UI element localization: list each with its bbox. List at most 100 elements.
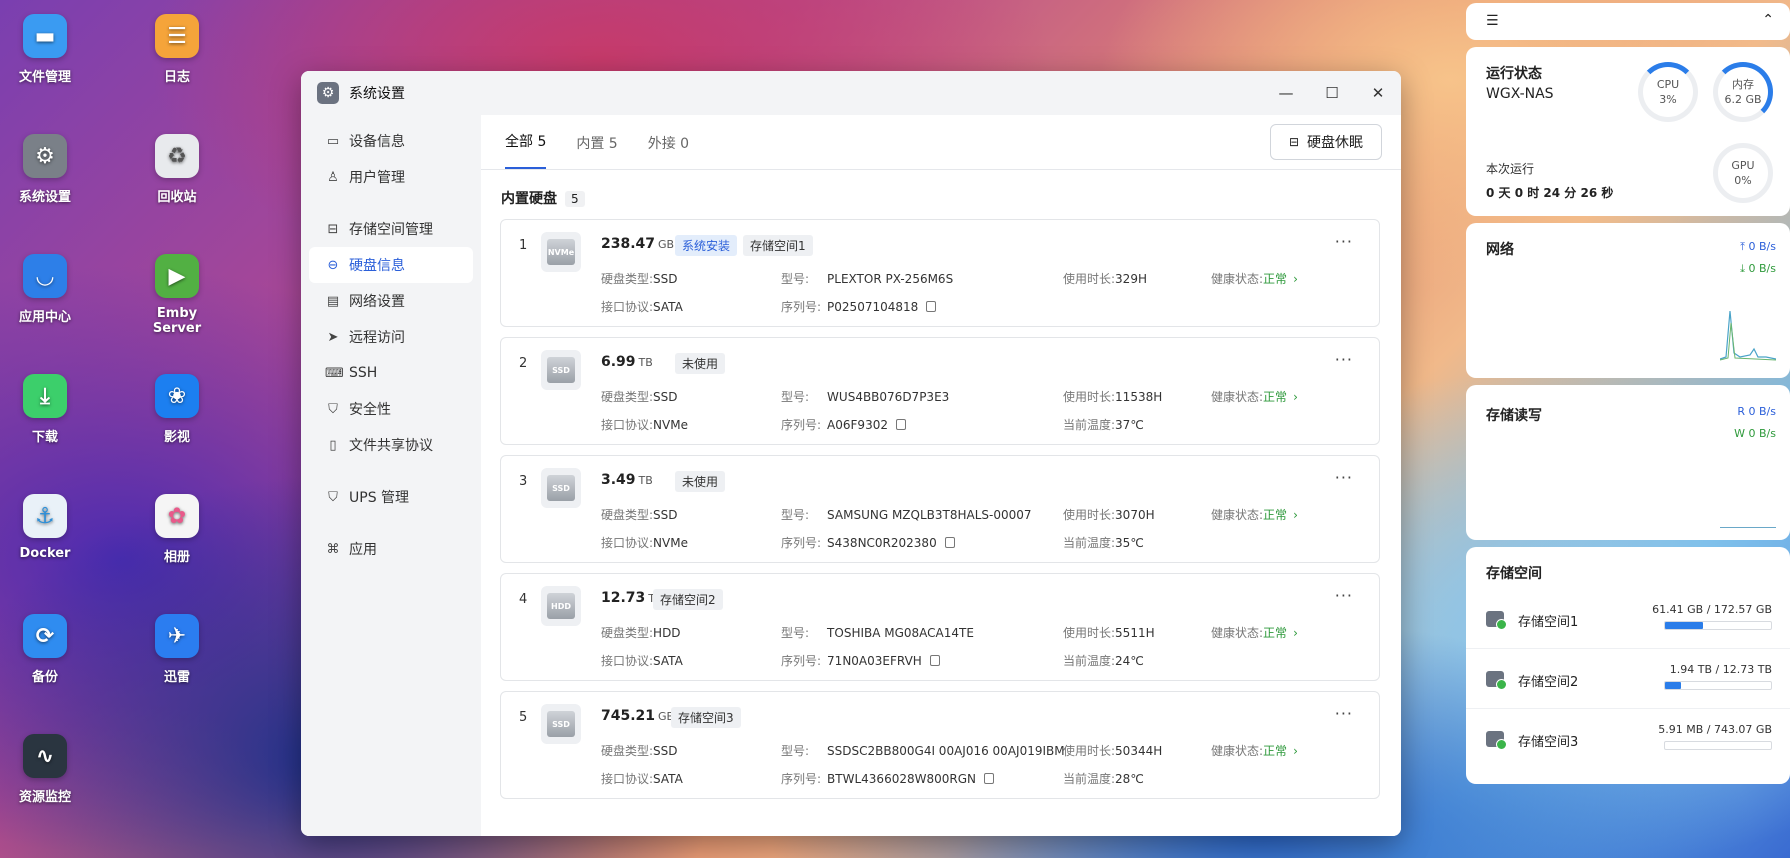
desktop-icon-7[interactable]: ⤓ 下载 <box>0 374 90 445</box>
disk-type: 硬盘类型:SSD <box>601 272 678 286</box>
desktop-icon-12[interactable]: ✈ 迅雷 <box>132 614 222 685</box>
sidebar-item-9[interactable]: ▯ 文件共享协议 <box>309 427 473 463</box>
tab-2[interactable]: 内置 5 <box>576 133 617 169</box>
disk-hours: 使用时长:11538H <box>1063 390 1163 404</box>
copy-icon[interactable] <box>929 655 940 666</box>
terminal-icon: ⌨ <box>325 365 344 381</box>
disk-index: 3 <box>519 474 528 489</box>
disk-io-widget: 存储读写 R 0 B/s W 0 B/s <box>1466 385 1790 540</box>
disk-sleep-button[interactable]: ⊟ 硬盘休眠 <box>1270 124 1382 160</box>
more-options-icon[interactable]: ··· <box>1335 586 1353 605</box>
close-button[interactable]: ✕ <box>1355 71 1401 115</box>
settings-window: ⚙ 系统设置 — ☐ ✕ ▭ 设备信息 ♙ 用户管理 ⊟ 存储空间管理 ⊖ 硬盘信息 ▤ 网络设置… <box>301 71 1401 836</box>
desktop-icon-label: 回收站 <box>157 190 197 205</box>
disk-health[interactable]: 健康状态:正常 › <box>1211 270 1298 287</box>
disk-image-icon: HDD <box>541 586 581 626</box>
desktop-icon-3[interactable]: ⚙ 系统设置 <box>0 134 90 205</box>
storage-item[interactable]: 存储空间3 5.91 MB / 743.07 GB <box>1466 709 1790 769</box>
storage-usage-bar <box>1664 621 1772 630</box>
sidebar-item-11[interactable]: ⌘ 应用 <box>309 531 473 567</box>
desktop-icon-11[interactable]: ⟳ 备份 <box>0 614 90 685</box>
disk-model: 型号: PLEXTOR PX-256M6S <box>781 272 954 286</box>
storage-item[interactable]: 存储空间2 1.94 TB / 12.73 TB <box>1466 649 1790 709</box>
disk-interface: 接口协议:NVMe <box>601 418 688 432</box>
desktop-icon-9[interactable]: ⚓ Docker <box>0 494 90 561</box>
copy-icon[interactable] <box>984 773 994 784</box>
disk-card[interactable]: 4HDD12.73TB存储空间2···硬盘类型:HDD接口协议:SATA型号:T… <box>500 573 1380 681</box>
more-options-icon[interactable]: ··· <box>1335 350 1353 369</box>
more-options-icon[interactable]: ··· <box>1335 704 1353 723</box>
copy-icon[interactable] <box>895 419 906 430</box>
status-title: 运行状态 <box>1486 66 1542 82</box>
disk-temperature: 当前温度:28℃ <box>1063 772 1144 786</box>
desktop-icon-label: 系统设置 <box>18 190 71 205</box>
section-title: 内置硬盘 5 <box>501 188 585 208</box>
copy-icon[interactable] <box>926 301 937 312</box>
storage-item[interactable]: 存储空间1 61.41 GB / 172.57 GB <box>1466 589 1790 649</box>
window-title: 系统设置 <box>349 86 405 102</box>
sidebar-item-label: 存储空间管理 <box>349 222 433 238</box>
download-rate: ⤓ 0 B/s <box>1740 262 1776 275</box>
folder-icon: ▬ <box>23 14 67 58</box>
desktop-icon-label: 迅雷 <box>163 670 190 685</box>
tab-3[interactable]: 外接 0 <box>648 133 689 169</box>
disk-hours: 使用时长:3070H <box>1063 508 1155 522</box>
sidebar-item-5[interactable]: ▤ 网络设置 <box>309 283 473 319</box>
gear-icon: ⚙ <box>317 82 339 104</box>
sidebar-item-1[interactable]: ▭ 设备信息 <box>309 123 473 159</box>
desktop-icon-label: 影视 <box>163 430 190 445</box>
desktop-icon-2[interactable]: ☰ 日志 <box>132 14 222 85</box>
disk-tag: 未使用 <box>675 471 726 492</box>
desktop-icon-4[interactable]: ♻ 回收站 <box>132 134 222 205</box>
disk-model: 型号: WUS4BB076D7P3E3 <box>781 390 950 404</box>
sidebar-item-10[interactable]: ⛉ UPS 管理 <box>309 479 473 515</box>
desktop-icon-label: 日志 <box>163 70 190 85</box>
sidebar-item-3[interactable]: ⊟ 存储空间管理 <box>309 211 473 247</box>
disk-health[interactable]: 健康状态:正常 › <box>1211 506 1298 523</box>
io-sparkline <box>1720 527 1776 528</box>
hostname: WGX-NAS <box>1486 86 1554 102</box>
disk-card[interactable]: 5 SSD 745.21 GB 存储空间3 ··· 硬盘类型:SSD 接口协议:SATA 型号:… <box>500 691 1380 799</box>
disk-hours: 使用时长:5511H <box>1063 626 1155 640</box>
desktop-icon-10[interactable]: ✿ 相册 <box>132 494 222 565</box>
main-panel: 全部 5 内置 5 外接 0 ⊟ 硬盘休眠 内置硬盘 5 1 NVMe 238.47 GB 系… <box>481 115 1401 836</box>
storage-icon: ⊟ <box>327 221 339 237</box>
disk-health[interactable]: 健康状态:正常 › <box>1211 742 1298 759</box>
chevron-right-icon: › <box>1293 744 1298 758</box>
minimize-button[interactable]: — <box>1263 71 1309 115</box>
sidebar-item-7[interactable]: ⌨ SSH <box>309 355 473 391</box>
storage-list: 存储空间1 61.41 GB / 172.57 GB 存储空间2 1.94 TB / … <box>1466 589 1790 769</box>
disk-health[interactable]: 健康状态:正常 › <box>1211 388 1298 405</box>
desktop-icon-8[interactable]: ❀ 影视 <box>132 374 222 445</box>
window-titlebar[interactable]: ⚙ 系统设置 — ☐ ✕ <box>301 71 1401 115</box>
desktop-icon-13[interactable]: ∿ 资源监控 <box>0 734 90 805</box>
widget-settings-icon[interactable]: ☰ <box>1486 13 1499 29</box>
sidebar-item-8[interactable]: ⛉ 安全性 <box>309 391 473 427</box>
desktop-icon-5[interactable]: ◡ 应用中心 <box>0 254 90 325</box>
desktop-icon-1[interactable]: ▬ 文件管理 <box>0 14 90 85</box>
desktop-icon-6[interactable]: ▶ Emby Server <box>132 254 222 336</box>
device-icon: ▭ <box>326 133 340 149</box>
maximize-button[interactable]: ☐ <box>1309 71 1355 115</box>
tab-bar: 全部 5 内置 5 外接 0 <box>481 115 1401 170</box>
disk-card[interactable]: 2 SSD 6.99 TB 未使用 ··· 硬盘类型:SSD 接口协议:NVMe 型号: WUS4… <box>500 337 1380 445</box>
disk-interface: 接口协议:SATA <box>601 654 683 668</box>
sidebar-item-6[interactable]: ➤ 远程访问 <box>309 319 473 355</box>
backup-icon: ⟳ <box>23 614 67 658</box>
sidebar-item-label: 应用 <box>349 542 377 558</box>
more-options-icon[interactable]: ··· <box>1335 468 1353 487</box>
sidebar-item-4[interactable]: ⊖ 硬盘信息 <box>309 247 473 283</box>
disk-health[interactable]: 健康状态:正常 › <box>1211 624 1298 641</box>
sidebar-item-label: 网络设置 <box>349 294 405 310</box>
send-icon: ➤ <box>327 329 339 345</box>
copy-icon[interactable] <box>944 537 955 548</box>
disk-card[interactable]: 1 NVMe 238.47 GB 系统安装 存储空间1 ··· 硬盘类型:SSD 接口协议:SA… <box>500 219 1380 327</box>
sidebar-item-2[interactable]: ♙ 用户管理 <box>309 159 473 195</box>
collapse-icon[interactable]: ⌃ <box>1762 12 1774 28</box>
disk-type: 硬盘类型:SSD <box>601 744 678 758</box>
chevron-right-icon: › <box>1293 390 1298 404</box>
disk-interface: 接口协议:SATA <box>601 300 683 314</box>
more-options-icon[interactable]: ··· <box>1335 232 1353 251</box>
tab-1[interactable]: 全部 5 <box>505 131 547 169</box>
disk-card[interactable]: 3 SSD 3.49 TB 未使用 ··· 硬盘类型:SSD 接口协议:NVMe 型号: SAMS… <box>500 455 1380 563</box>
